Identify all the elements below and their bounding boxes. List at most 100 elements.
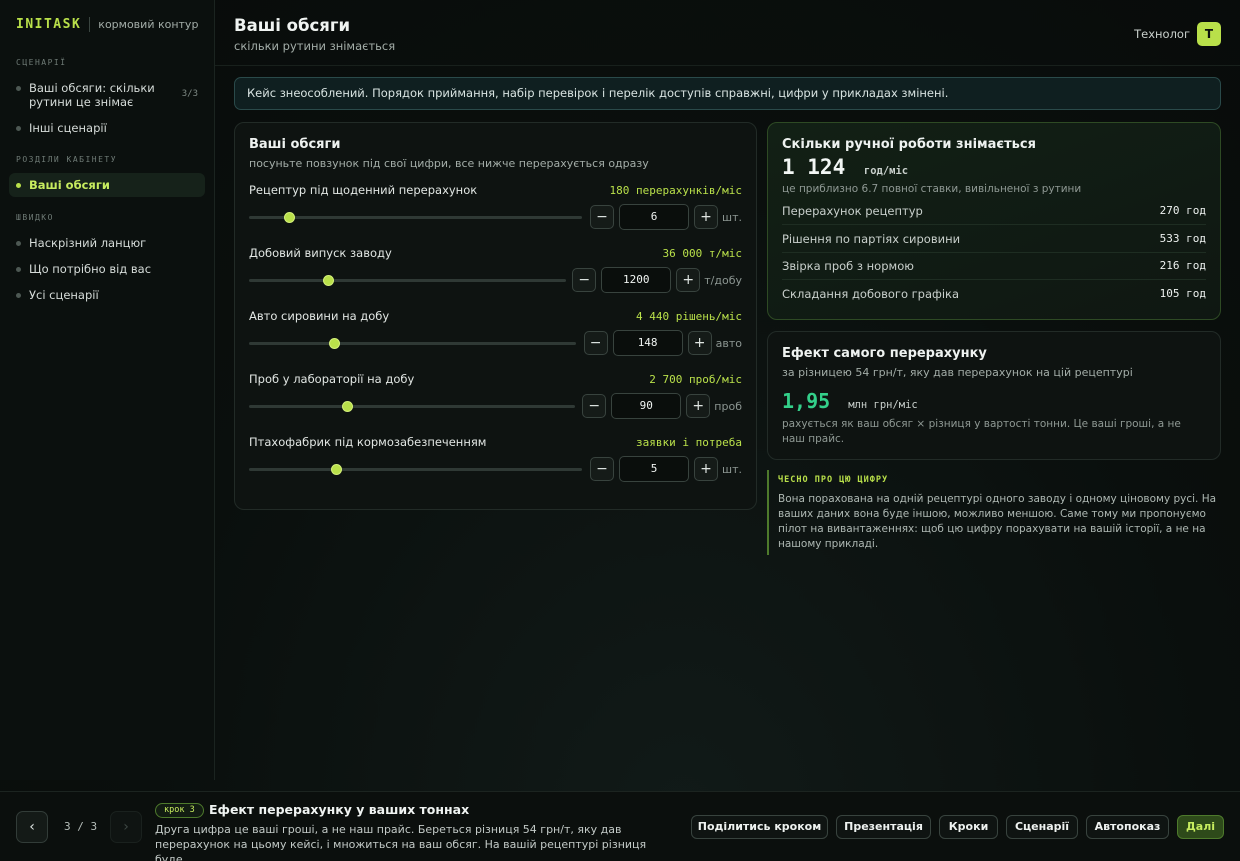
bullet-icon: [16, 267, 21, 272]
next-step-arrow-button[interactable]: ›: [110, 811, 142, 843]
daily-output-input[interactable]: 1200: [601, 267, 672, 293]
unit-label: т/добу: [704, 273, 742, 287]
autoplay-button[interactable]: Автопоказ: [1086, 815, 1169, 839]
bullet-icon: [16, 241, 21, 246]
step-pager: 3 / 3: [64, 820, 98, 833]
unit-label: проб: [714, 399, 742, 413]
list-item-value: 216 год: [1159, 259, 1206, 272]
effect-total: 1,95 млн грн/міс: [782, 389, 918, 413]
decrement-button[interactable]: −: [582, 394, 607, 418]
avatar[interactable]: Т: [1197, 22, 1221, 46]
daily-output-slider[interactable]: [249, 275, 566, 286]
manual-hours-value: 1 124: [782, 155, 846, 179]
slider-thumb[interactable]: [341, 401, 353, 412]
recipes-monthly-value: 180 перерахунків/міс: [609, 184, 742, 197]
slider-thumb[interactable]: [323, 275, 335, 286]
sidebar: INITASK кормовий контур СЦЕНАРІЇ Ваші об…: [0, 0, 215, 780]
effect-title: Ефект самого перерахунку: [782, 346, 987, 361]
divider: [782, 224, 1206, 225]
honest-note: ЧЕСНО ПРО ЦЮ ЦИФРУ Вона порахована на од…: [767, 470, 1217, 555]
recipes-stepper: − 6 + шт.: [590, 204, 742, 230]
poultry-farms-input[interactable]: 5: [619, 456, 690, 482]
bullet-icon: [16, 293, 21, 298]
slider-thumb[interactable]: [329, 338, 341, 349]
list-item: Звірка проб з нормою 216 год: [782, 259, 1206, 273]
slider-thumb[interactable]: [330, 464, 342, 475]
sidebar-item-volumes[interactable]: Ваші обсяги: [9, 173, 205, 197]
brand-name: INITASK: [16, 17, 82, 32]
sidebar-item-label: Наскрізний ланцюг: [29, 236, 147, 250]
manual-hours-unit: год/міс: [863, 165, 909, 177]
daily-output-stepper: − 1200 + т/добу: [572, 267, 742, 293]
sidebar-item-label: Ваші обсяги: скільки рутини це знімає: [29, 81, 155, 109]
raw-trucks-input[interactable]: 148: [612, 330, 683, 356]
raw-trucks-stepper: − 148 + авто: [583, 330, 742, 356]
poultry-farms-label: Птахофабрик під кормозабезпеченням: [249, 435, 487, 449]
volumes-title: Ваші обсяги: [249, 137, 341, 152]
next-button[interactable]: Далі: [1177, 815, 1224, 839]
list-item-value: 533 год: [1159, 232, 1206, 245]
recipes-slider[interactable]: [249, 212, 582, 223]
page-header: Ваші обсяги скільки рутини знімається Те…: [215, 0, 1240, 66]
list-item-label: Складання добового графіка: [782, 287, 960, 301]
recipes-input[interactable]: 6: [619, 204, 690, 230]
increment-button[interactable]: +: [686, 394, 711, 418]
brand-subtitle: кормовий контур: [98, 18, 199, 31]
sidebar-item-label: Інші сценарії: [29, 121, 107, 135]
decrement-button[interactable]: −: [583, 331, 608, 355]
poultry-farms-slider[interactable]: [249, 464, 582, 475]
presentation-button[interactable]: Презентація: [836, 815, 931, 839]
bullet-icon: [16, 126, 21, 131]
decrement-button[interactable]: −: [590, 457, 615, 481]
sidebar-item-scenario-volumes[interactable]: Ваші обсяги: скільки рутини це знімає 3/…: [9, 81, 205, 109]
sidebar-item-label: Що потрібно від вас: [29, 262, 152, 276]
divider: [782, 279, 1206, 280]
lab-samples-input[interactable]: 90: [611, 393, 682, 419]
step-badge: крок 3: [155, 803, 204, 818]
prev-step-button[interactable]: ‹: [16, 811, 48, 843]
sidebar-item-what-we-need[interactable]: Що потрібно від вас: [9, 262, 205, 276]
list-item-label: Рішення по партіях сировини: [782, 232, 961, 246]
sidebar-item-other-scenarios[interactable]: Інші сценарії: [9, 121, 205, 135]
lab-samples-label: Проб у лабораторії на добу: [249, 372, 415, 386]
decrement-button[interactable]: −: [590, 205, 615, 229]
sidebar-item-all-scenarios[interactable]: Усі сценарії: [9, 288, 205, 302]
raw-trucks-monthly-value: 4 440 рішень/міс: [636, 310, 742, 323]
increment-button[interactable]: +: [694, 457, 719, 481]
increment-button[interactable]: +: [694, 205, 719, 229]
daily-output-label: Добовий випуск заводу: [249, 246, 392, 260]
manual-hours-total: 1 124 год/міс: [782, 155, 908, 179]
share-step-button[interactable]: Поділитись кроком: [691, 815, 828, 839]
page-subtitle: скільки рутини знімається: [234, 39, 396, 53]
manual-work-card: Скільки ручної роботи знімається 1 124 г…: [767, 122, 1221, 320]
list-item: Складання добового графіка 105 год: [782, 287, 1206, 301]
effect-unit: млн грн/міс: [848, 399, 918, 411]
step-description: Друга цифра це ваші гроші, а не наш прай…: [155, 823, 647, 861]
decrement-button[interactable]: −: [572, 268, 597, 292]
lab-samples-slider[interactable]: [249, 401, 575, 412]
honest-note-title: ЧЕСНО ПРО ЦЮ ЦИФРУ: [778, 475, 889, 485]
effect-card: Ефект самого перерахунку за різницею 54 …: [767, 331, 1221, 460]
page-title: Ваші обсяги: [234, 16, 351, 35]
sidebar-item-label: Усі сценарії: [29, 288, 99, 302]
increment-button[interactable]: +: [687, 331, 712, 355]
scenarios-button[interactable]: Сценарії: [1006, 815, 1078, 839]
unit-label: шт.: [722, 210, 742, 224]
raw-trucks-slider[interactable]: [249, 338, 576, 349]
slider-thumb[interactable]: [283, 212, 295, 223]
section-label-scenarios: СЦЕНАРІЇ: [16, 58, 67, 67]
divider: [782, 252, 1206, 253]
list-item-label: Перерахунок рецептур: [782, 204, 923, 218]
steps-button[interactable]: Кроки: [939, 815, 998, 839]
section-label-quick: ШВИДКО: [16, 213, 54, 222]
user-role: Технолог: [1134, 27, 1190, 41]
list-item: Рішення по партіях сировини 533 год: [782, 232, 1206, 246]
poultry-farms-value: заявки і потреба: [636, 436, 742, 449]
section-label-cabinet: РОЗДІЛИ КАБІНЕТУ: [16, 155, 118, 164]
recipes-label: Рецептур під щоденний перерахунок: [249, 183, 478, 197]
sidebar-item-end-to-end-chain[interactable]: Наскрізний ланцюг: [9, 236, 205, 250]
brand: INITASK кормовий контур: [16, 17, 198, 32]
increment-button[interactable]: +: [676, 268, 701, 292]
manual-hours-note: це приблизно 6.7 повної ставки, вивільне…: [782, 183, 1082, 195]
scenario-progress-count: 3/3: [181, 89, 198, 99]
